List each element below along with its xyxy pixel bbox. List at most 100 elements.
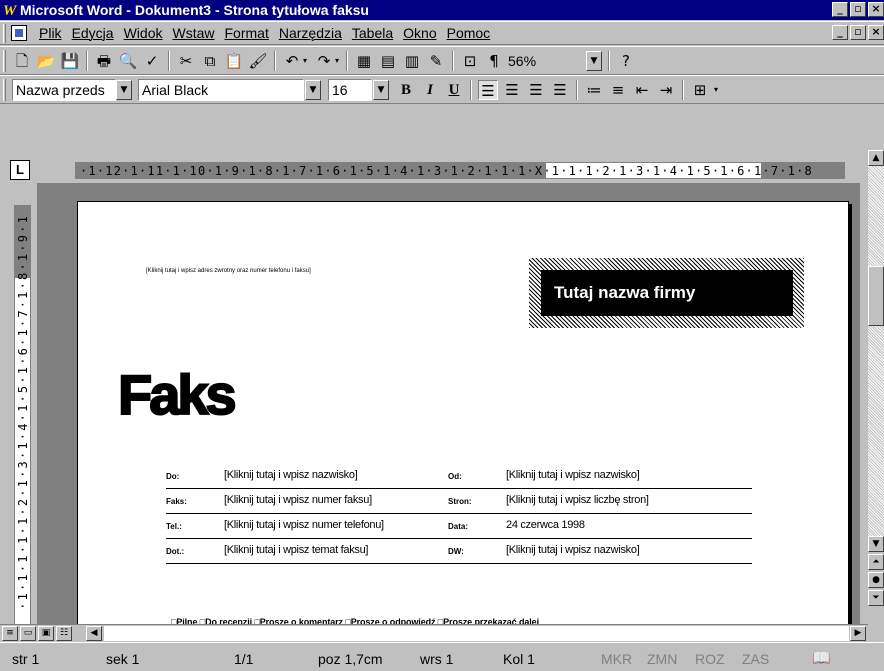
return-address-field[interactable]: [Kliknij tutaj i wpisz adres zwrotny ora… — [146, 268, 311, 274]
numbering-icon[interactable]: ≔ — [584, 80, 604, 100]
borders-dropdown-icon[interactable]: ▾ — [710, 80, 722, 100]
copy-icon[interactable]: ⧉ — [200, 51, 220, 71]
previous-page-icon[interactable]: ⏶ — [868, 554, 884, 570]
scroll-up-icon[interactable]: ▲ — [868, 150, 884, 166]
doc-restore-button[interactable]: ▫ — [850, 25, 866, 40]
print-preview-icon[interactable]: 🔍 — [118, 51, 138, 71]
zoom-dropdown-icon[interactable]: ▼ — [586, 51, 602, 71]
spelling-icon[interactable]: ✓ — [142, 51, 162, 71]
scroll-track[interactable] — [868, 166, 884, 536]
minimize-button[interactable]: _ — [832, 2, 848, 17]
italic-button[interactable]: I — [420, 80, 440, 100]
undo-dropdown-icon[interactable]: ▾ — [300, 51, 310, 71]
align-center-icon[interactable]: ☰ — [502, 80, 522, 100]
horizontal-scrollbar: ≡ ▭ ▣ ☷ ◀ ▶ — [0, 624, 868, 641]
next-page-icon[interactable]: ⏷ — [868, 590, 884, 606]
menu-pomoc[interactable]: Pomoc — [442, 24, 496, 43]
vertical-ruler[interactable]: ·1·1·1·1·1·2·1·3·1·4·1·5·1·6·1·7·1·8·1·9… — [14, 205, 31, 625]
redo-dropdown-icon[interactable]: ▾ — [332, 51, 342, 71]
menu-format[interactable]: Format — [220, 24, 274, 43]
vertical-ruler-scale: ·1·1·1·1·1·2·1·3·1·4·1·5·1·6·1·7·1·8·1·9… — [16, 214, 30, 610]
zoom-combo[interactable] — [505, 50, 585, 72]
status-roz[interactable]: ROZ — [695, 651, 725, 667]
field-value[interactable]: [Kliknij tutaj i wpisz nazwisko] — [506, 544, 640, 556]
toolbar-grip — [3, 79, 6, 101]
table-row: Do: [Kliknij tutaj i wpisz nazwisko] Od:… — [166, 464, 752, 489]
company-name-field[interactable]: Tutaj nazwa firmy — [541, 270, 793, 316]
menu-wstaw[interactable]: Wstaw — [168, 24, 220, 43]
field-label: DW: — [448, 547, 464, 556]
horizontal-scroll-track[interactable] — [104, 626, 849, 641]
align-right-icon[interactable]: ☰ — [526, 80, 546, 100]
font-combo[interactable]: Arial Black — [138, 79, 304, 101]
new-document-icon[interactable]: 🗋 — [12, 51, 32, 71]
underline-button[interactable]: U — [444, 80, 464, 100]
menu-okno[interactable]: Okno — [398, 24, 441, 43]
style-dropdown-icon[interactable]: ▼ — [116, 80, 132, 100]
scroll-right-icon[interactable]: ▶ — [850, 626, 866, 641]
help-icon[interactable]: ? — [616, 51, 636, 71]
outline-view-icon[interactable]: ☷ — [56, 626, 72, 641]
menu-tabela[interactable]: Tabela — [347, 24, 398, 43]
increase-indent-icon[interactable]: ⇥ — [656, 80, 676, 100]
document-page[interactable]: [Kliknij tutaj i wpisz adres zwrotny ora… — [77, 201, 849, 625]
status-zas[interactable]: ZAS — [742, 651, 769, 667]
page-layout-icon[interactable]: ▣ — [38, 626, 54, 641]
drawing-icon[interactable]: ✎ — [426, 51, 446, 71]
cut-icon[interactable]: ✂ — [176, 51, 196, 71]
maximize-button[interactable]: ▫ — [850, 2, 866, 17]
save-icon[interactable]: 💾 — [60, 51, 80, 71]
menu-plik[interactable]: Plik — [34, 24, 67, 43]
close-button[interactable]: × — [868, 2, 884, 17]
status-zmn[interactable]: ZMN — [647, 651, 677, 667]
field-value[interactable]: [Kliknij tutaj i wpisz numer telefonu] — [224, 519, 384, 531]
bold-button[interactable]: B — [396, 80, 416, 100]
field-value[interactable]: [Kliknij tutaj i wpisz temat faksu] — [224, 544, 368, 556]
field-value[interactable]: [Kliknij tutaj i wpisz numer faksu] — [224, 494, 372, 506]
field-value[interactable]: [Kliknij tutaj i wpisz liczbę stron] — [506, 494, 649, 506]
font-size-dropdown-icon[interactable]: ▼ — [373, 80, 389, 100]
field-value[interactable]: 24 czerwca 1998 — [506, 519, 585, 531]
field-value[interactable]: [Kliknij tutaj i wpisz nazwisko] — [506, 469, 640, 481]
scroll-down-icon[interactable]: ▼ — [868, 536, 884, 552]
scroll-thumb[interactable] — [868, 266, 884, 326]
font-size-combo[interactable]: 16 — [328, 79, 372, 101]
undo-icon[interactable]: ↶ — [282, 51, 302, 71]
menu-edycja[interactable]: Edycja — [67, 24, 119, 43]
menu-widok[interactable]: Widok — [119, 24, 168, 43]
scroll-left-icon[interactable]: ◀ — [86, 626, 102, 641]
align-left-icon[interactable]: ☰ — [478, 80, 498, 100]
borders-icon[interactable]: ⊞ — [690, 80, 710, 100]
field-value[interactable]: [Kliknij tutaj i wpisz nazwisko] — [224, 469, 358, 481]
document-map-icon[interactable]: ⊡ — [460, 51, 480, 71]
fax-fields-table: Do: [Kliknij tutaj i wpisz nazwisko] Od:… — [166, 464, 752, 564]
paste-icon[interactable]: 📋 — [224, 51, 244, 71]
print-icon[interactable]: 🖶 — [94, 51, 114, 71]
open-folder-icon[interactable]: 📂 — [36, 51, 56, 71]
menu-narzedzia[interactable]: Narzędzia — [274, 24, 347, 43]
font-dropdown-icon[interactable]: ▼ — [305, 80, 321, 100]
redo-icon[interactable]: ↷ — [314, 51, 334, 71]
columns-icon[interactable]: ▥ — [402, 51, 422, 71]
style-combo[interactable]: Nazwa przeds — [12, 79, 116, 101]
doc-minimize-button[interactable]: _ — [832, 25, 848, 40]
status-mkr[interactable]: MKR — [601, 651, 632, 667]
horizontal-ruler[interactable]: ·1·12·1·11·1·10·1·9·1·8·1·7·1·6·1·5·1·4·… — [75, 162, 845, 179]
decrease-indent-icon[interactable]: ⇤ — [632, 80, 652, 100]
document-icon[interactable] — [11, 25, 27, 41]
select-browse-object-icon[interactable]: ● — [868, 572, 884, 588]
web-layout-icon[interactable]: ▭ — [20, 626, 36, 641]
format-painter-icon[interactable]: 🖌 — [248, 51, 268, 71]
insert-table-icon[interactable]: ▦ — [354, 51, 374, 71]
tab-stop-selector[interactable]: L — [10, 160, 30, 180]
status-column: Kol 1 — [503, 651, 535, 667]
doc-close-button[interactable]: × — [868, 25, 884, 40]
justify-icon[interactable]: ☰ — [550, 80, 570, 100]
insert-excel-icon[interactable]: ▤ — [378, 51, 398, 71]
normal-view-icon[interactable]: ≡ — [2, 626, 18, 641]
vertical-scrollbar[interactable]: ▲ ▼ ⏶ ● ⏷ — [868, 150, 884, 640]
show-formatting-icon[interactable]: ¶ — [484, 51, 504, 71]
spelling-status-icon[interactable]: 📖 — [812, 649, 831, 667]
bullets-icon[interactable]: ≡ — [608, 80, 628, 100]
document-workspace[interactable]: [Kliknij tutaj i wpisz adres zwrotny ora… — [37, 183, 860, 625]
